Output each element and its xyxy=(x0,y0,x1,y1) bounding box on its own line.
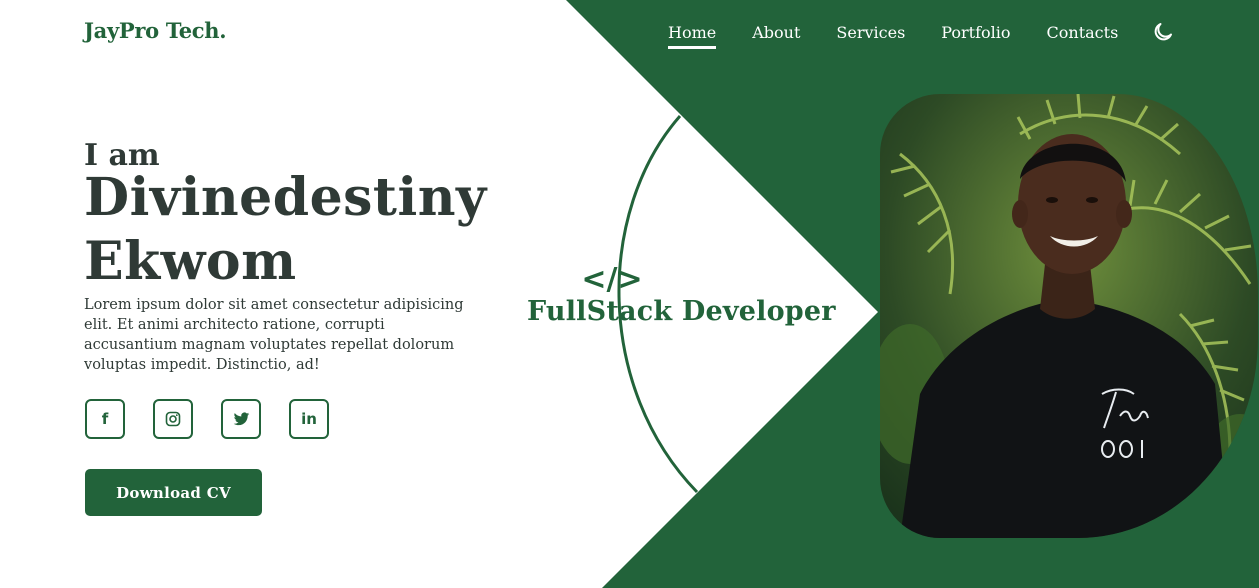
main-nav: Home About Services Portfolio Contacts xyxy=(668,20,1175,49)
facebook-icon: f xyxy=(101,409,109,428)
download-cv-button[interactable]: Download CV xyxy=(85,469,262,516)
nav-item-about[interactable]: About xyxy=(752,23,800,42)
social-links: f in xyxy=(85,399,357,439)
twitter-icon xyxy=(233,412,250,427)
nav-item-services[interactable]: Services xyxy=(836,23,905,42)
hero-description: Lorem ipsum dolor sit amet consectetur a… xyxy=(84,297,464,373)
instagram-link[interactable] xyxy=(153,399,193,439)
hero-role: FullStack Developer xyxy=(527,296,836,327)
nav-item-portfolio[interactable]: Portfolio xyxy=(941,23,1010,42)
linkedin-icon: in xyxy=(301,409,317,428)
moon-icon[interactable] xyxy=(1151,20,1175,44)
profile-photo xyxy=(880,94,1258,538)
linkedin-link[interactable]: in xyxy=(289,399,329,439)
twitter-link[interactable] xyxy=(221,399,261,439)
nav-item-contacts[interactable]: Contacts xyxy=(1047,23,1119,42)
facebook-link[interactable]: f xyxy=(85,399,125,439)
site-logo[interactable]: JayPro Tech. xyxy=(84,18,227,43)
nav-item-home[interactable]: Home xyxy=(668,23,717,49)
instagram-icon xyxy=(165,411,181,427)
hero-name: Divinedestiny Ekwom xyxy=(84,167,487,292)
code-icon: </> xyxy=(581,261,643,297)
